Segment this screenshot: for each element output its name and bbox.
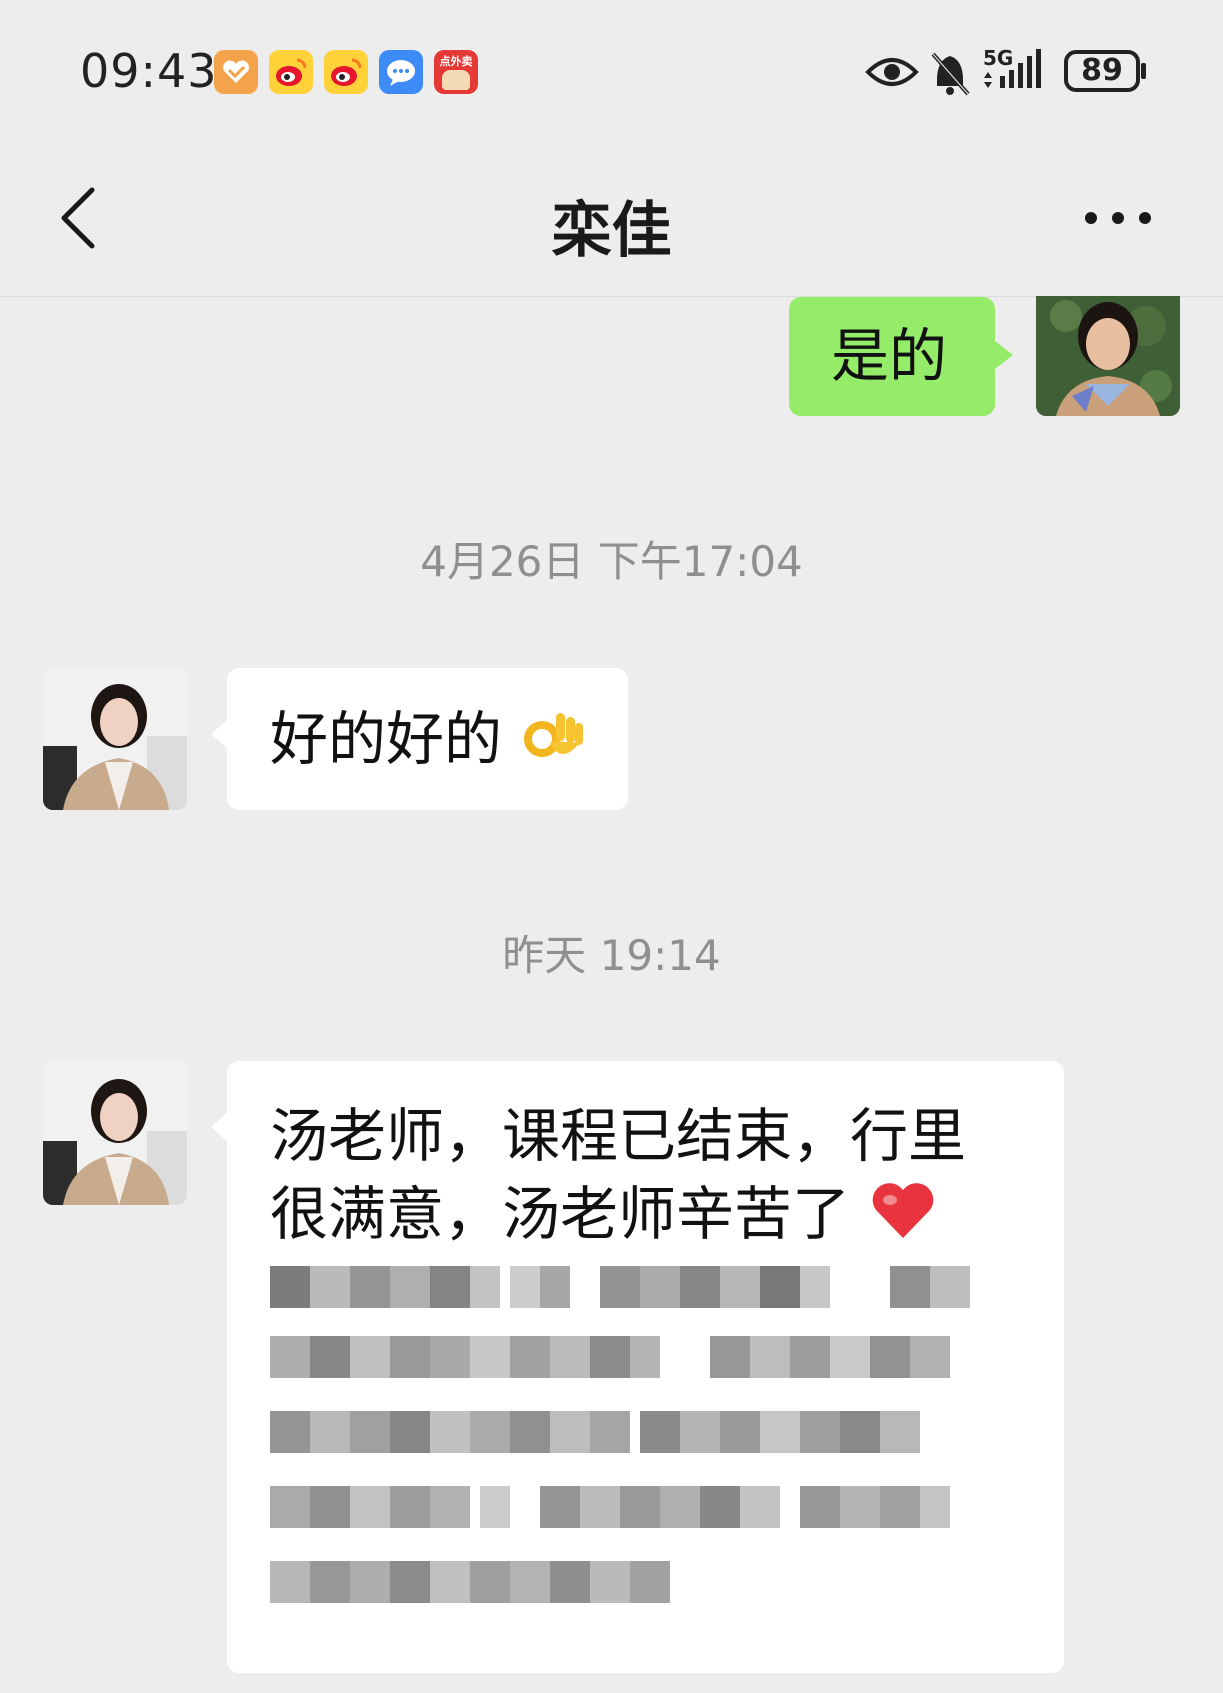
timestamp: 4月26日 下午17:04 bbox=[420, 537, 803, 586]
contact-message-bubble[interactable]: 汤老师，课程已结束，行里 很满意，汤老师辛苦了 bbox=[211, 1061, 1064, 1673]
ok-hand-emoji-icon bbox=[524, 713, 584, 757]
avatar-photo bbox=[43, 666, 187, 810]
my-message-bubble[interactable]: 是的 bbox=[789, 297, 1013, 416]
more-options-button[interactable] bbox=[1073, 198, 1163, 238]
muted-bell-icon bbox=[931, 52, 970, 96]
system-status-icons bbox=[865, 49, 1146, 96]
status-bar: 09:43 点外卖 5G 89 bbox=[0, 0, 1223, 140]
more-dots-icon bbox=[1085, 212, 1151, 224]
message-line: 汤老师，课程已结束，行里 bbox=[270, 1102, 967, 1170]
redacted-text-block bbox=[270, 1266, 970, 1603]
bubble-tail bbox=[995, 341, 1013, 369]
battery-level: 89 bbox=[1081, 53, 1123, 88]
contact-message-bubble[interactable]: 好的好的 bbox=[211, 668, 628, 810]
avatar-photo bbox=[1036, 296, 1180, 416]
message-text: 是的 bbox=[831, 322, 948, 390]
contact-avatar[interactable] bbox=[43, 666, 187, 810]
chat-title: 栾佳 bbox=[551, 196, 672, 266]
eye-icon bbox=[865, 58, 919, 86]
chat-header: 栾佳 bbox=[0, 140, 1223, 297]
my-avatar[interactable] bbox=[1036, 296, 1180, 416]
timestamp: 昨天 19:14 bbox=[502, 931, 721, 980]
message-text: 好的好的 bbox=[270, 705, 503, 773]
network-type-label: 5G bbox=[983, 46, 1014, 70]
bubble-tail bbox=[211, 720, 227, 748]
avatar-photo bbox=[43, 1061, 187, 1205]
message-line: 很满意，汤老师辛苦了 bbox=[270, 1180, 851, 1248]
red-heart-emoji-icon bbox=[873, 1183, 934, 1238]
bubble-tail bbox=[211, 1113, 227, 1141]
contact-avatar[interactable] bbox=[43, 1061, 187, 1205]
